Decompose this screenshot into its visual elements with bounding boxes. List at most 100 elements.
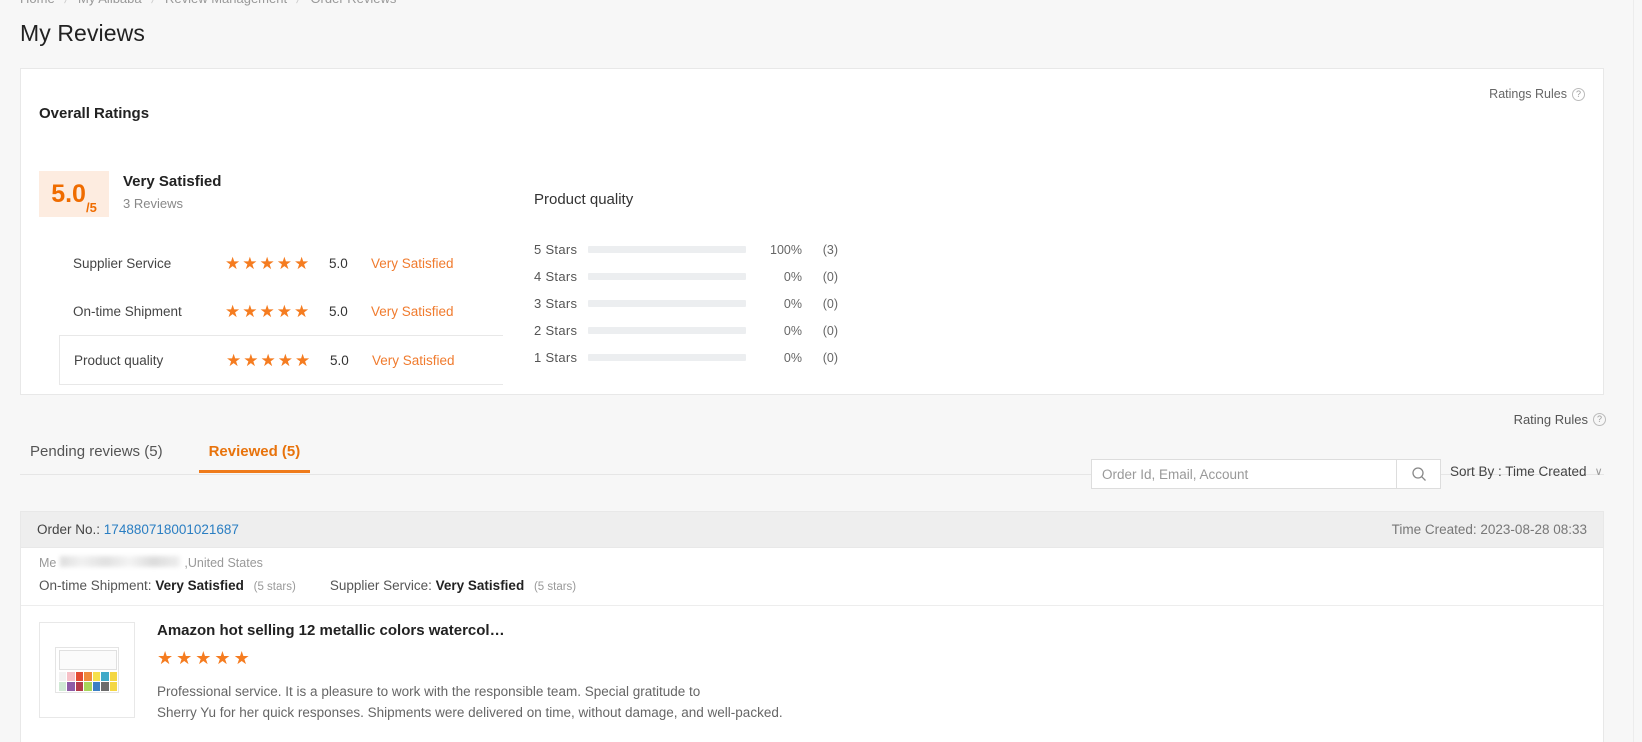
rating-row-label: Supplier Service	[73, 255, 172, 271]
chart-percent-label: 100%	[770, 242, 802, 257]
breadcrumb-separator-icon: /	[296, 0, 302, 6]
product-thumbnail[interactable]	[39, 622, 135, 718]
palette-lid	[59, 650, 117, 670]
rating-breakdown-list: Supplier Service ★ ★ ★ ★ ★ 5.0 Very Satisfie…	[59, 239, 503, 385]
on-time-shipment-stars-note: (5 stars)	[253, 581, 296, 593]
ratings-rules-link[interactable]: Ratings Rules ?	[1489, 87, 1585, 101]
review-tabs: Pending reviews (5) Reviewed (5)	[20, 437, 311, 473]
rating-row-label: Product quality	[74, 352, 164, 368]
sort-by-label: Sort By : Time Created	[1450, 464, 1587, 479]
chart-percent-label: 0%	[783, 269, 802, 284]
overall-score-value: 5.0	[51, 179, 86, 208]
rating-rules-label: Rating Rules	[1513, 412, 1588, 427]
breadcrumb-item-home[interactable]: Home	[20, 0, 55, 6]
chart-category-label: 1 Stars	[534, 350, 578, 365]
rating-row-text: Very Satisfied	[371, 303, 454, 319]
star-rating-icon: ★ ★ ★ ★ ★	[225, 301, 310, 321]
order-header: Order No.: 174880718001021687 Time Creat…	[21, 512, 1603, 548]
chart-bar-row: 5 Stars 100% (3)	[534, 236, 838, 263]
chart-percent-label: 0%	[783, 296, 802, 311]
buyer-name-prefix: Me	[39, 556, 57, 570]
chart-category-label: 2 Stars	[534, 323, 578, 338]
star-rating-icon: ★ ★ ★ ★ ★	[226, 350, 311, 370]
overall-score-block: 5.0 /5 Very Satisfied 3 Reviews	[39, 171, 221, 217]
breadcrumb-item-order-reviews[interactable]: Order Reviews	[310, 0, 396, 6]
tab-reviewed[interactable]: Reviewed (5)	[198, 437, 311, 473]
overall-ratings-heading: Overall Ratings	[39, 105, 150, 122]
help-question-icon[interactable]: ?	[1593, 413, 1606, 426]
rating-row-score: 5.0	[330, 352, 349, 368]
chart-category-label: 4 Stars	[534, 269, 578, 284]
rating-row-label: On-time Shipment	[73, 303, 182, 319]
sort-by-dropdown[interactable]: Sort By : Time Created ∨	[1450, 464, 1603, 479]
order-no-block: Order No.: 174880718001021687	[37, 522, 239, 537]
chart-count-label: (0)	[822, 269, 838, 284]
page-root: Home / My Alibaba / Review Management / …	[0, 0, 1642, 742]
search-button[interactable]	[1396, 459, 1441, 489]
rating-row-score: 5.0	[329, 303, 348, 319]
star-rating-icon: ★ ★ ★ ★ ★	[225, 253, 310, 273]
chart-category-label: 3 Stars	[534, 296, 578, 311]
chart-bar-row: 2 Stars 0% (0)	[534, 317, 838, 344]
product-review-row: Amazon hot selling 12 metallic colors wa…	[21, 606, 1603, 723]
search-icon	[1411, 467, 1426, 481]
chart-count-label: (3)	[822, 242, 838, 257]
breadcrumb-item-review-management[interactable]: Review Management	[165, 0, 287, 6]
review-item-card: Order No.: 174880718001021687 Time Creat…	[20, 511, 1604, 742]
overall-score-denominator: /5	[85, 200, 97, 215]
chart-bar-track	[588, 273, 746, 280]
chart-count-label: (0)	[822, 296, 838, 311]
rating-row-on-time-shipment[interactable]: On-time Shipment ★ ★ ★ ★ ★ 5.0 Very Satisfie…	[59, 287, 503, 335]
chart-percent-label: 0%	[783, 323, 802, 338]
breadcrumb-item-my-alibaba[interactable]: My Alibaba	[78, 0, 142, 6]
order-no-label: Order No.:	[37, 522, 101, 537]
overall-score-badge: 5.0 /5	[39, 171, 109, 217]
order-no-link[interactable]: 174880718001021687	[104, 522, 239, 537]
scrollbar-track[interactable]	[1633, 0, 1634, 742]
chart-title: Product quality	[534, 191, 634, 208]
supplier-service-rating: Supplier Service: Very Satisfied (5 star…	[330, 578, 576, 593]
on-time-shipment-rating: On-time Shipment: Very Satisfied (5 star…	[39, 578, 296, 593]
chart-bar-track	[588, 246, 746, 253]
buyer-block: Me ,United States On-time Shipment: Very…	[21, 548, 1603, 593]
chart-bar-track	[588, 300, 746, 307]
chart-percent-label: 0%	[783, 350, 802, 365]
product-star-rating-icon: ★ ★ ★ ★ ★	[157, 648, 250, 668]
ratings-rules-label: Ratings Rules	[1489, 87, 1567, 101]
chart-count-label: (0)	[822, 350, 838, 365]
time-created: Time Created: 2023-08-28 08:33	[1391, 522, 1587, 537]
on-time-shipment-value: Very Satisfied	[155, 578, 244, 593]
search-input[interactable]	[1091, 459, 1396, 489]
breadcrumb-separator-icon: /	[150, 0, 156, 6]
chart-category-label: 5 Stars	[534, 242, 578, 257]
help-question-icon[interactable]: ?	[1572, 87, 1585, 101]
review-text: Professional service. It is a pleasure t…	[157, 681, 783, 723]
rating-row-supplier-service[interactable]: Supplier Service ★ ★ ★ ★ ★ 5.0 Very Satisfie…	[59, 239, 503, 287]
review-text-line-2: Sherry Yu for her quick responses. Shipm…	[157, 705, 783, 720]
tab-pending-reviews[interactable]: Pending reviews (5)	[20, 437, 173, 473]
review-text-line-1: Professional service. It is a pleasure t…	[157, 684, 701, 699]
supplier-service-label: Supplier Service:	[329, 578, 432, 593]
rating-row-score: 5.0	[329, 255, 348, 271]
overall-review-count: 3 Reviews	[123, 196, 183, 211]
redacted-buyer-name	[60, 556, 181, 567]
buyer-name-line: Me ,United States	[39, 556, 1585, 570]
overall-score-text: Very Satisfied 3 Reviews	[123, 171, 221, 211]
supplier-service-value: Very Satisfied	[435, 578, 525, 593]
product-title[interactable]: Amazon hot selling 12 metallic colors wa…	[157, 622, 783, 639]
chart-count-label: (0)	[822, 323, 838, 338]
chart-bar-row: 3 Stars 0% (0)	[534, 290, 838, 317]
overall-score-label: Very Satisfied	[123, 173, 222, 190]
rating-row-product-quality[interactable]: Product quality ★ ★ ★ ★ ★ 5.0 Very Satisfied	[59, 335, 503, 385]
product-review-body: Amazon hot selling 12 metallic colors wa…	[157, 622, 783, 723]
order-rating-summary: On-time Shipment: Very Satisfied (5 star…	[39, 578, 1585, 593]
supplier-service-stars-note: (5 stars)	[533, 581, 577, 593]
chart-bar-row: 1 Stars 0% (0)	[534, 344, 838, 371]
chart-bar-track	[588, 354, 746, 361]
search-bar	[1091, 459, 1441, 489]
rating-rules-link[interactable]: Rating Rules ?	[1514, 412, 1606, 427]
product-quality-distribution-chart: Product quality 5 Stars 100% (3) 4 Stars…	[534, 191, 838, 371]
rating-row-text: Very Satisfied	[372, 352, 455, 368]
on-time-shipment-label: On-time Shipment:	[39, 578, 152, 593]
chevron-down-icon: ∨	[1594, 466, 1603, 478]
